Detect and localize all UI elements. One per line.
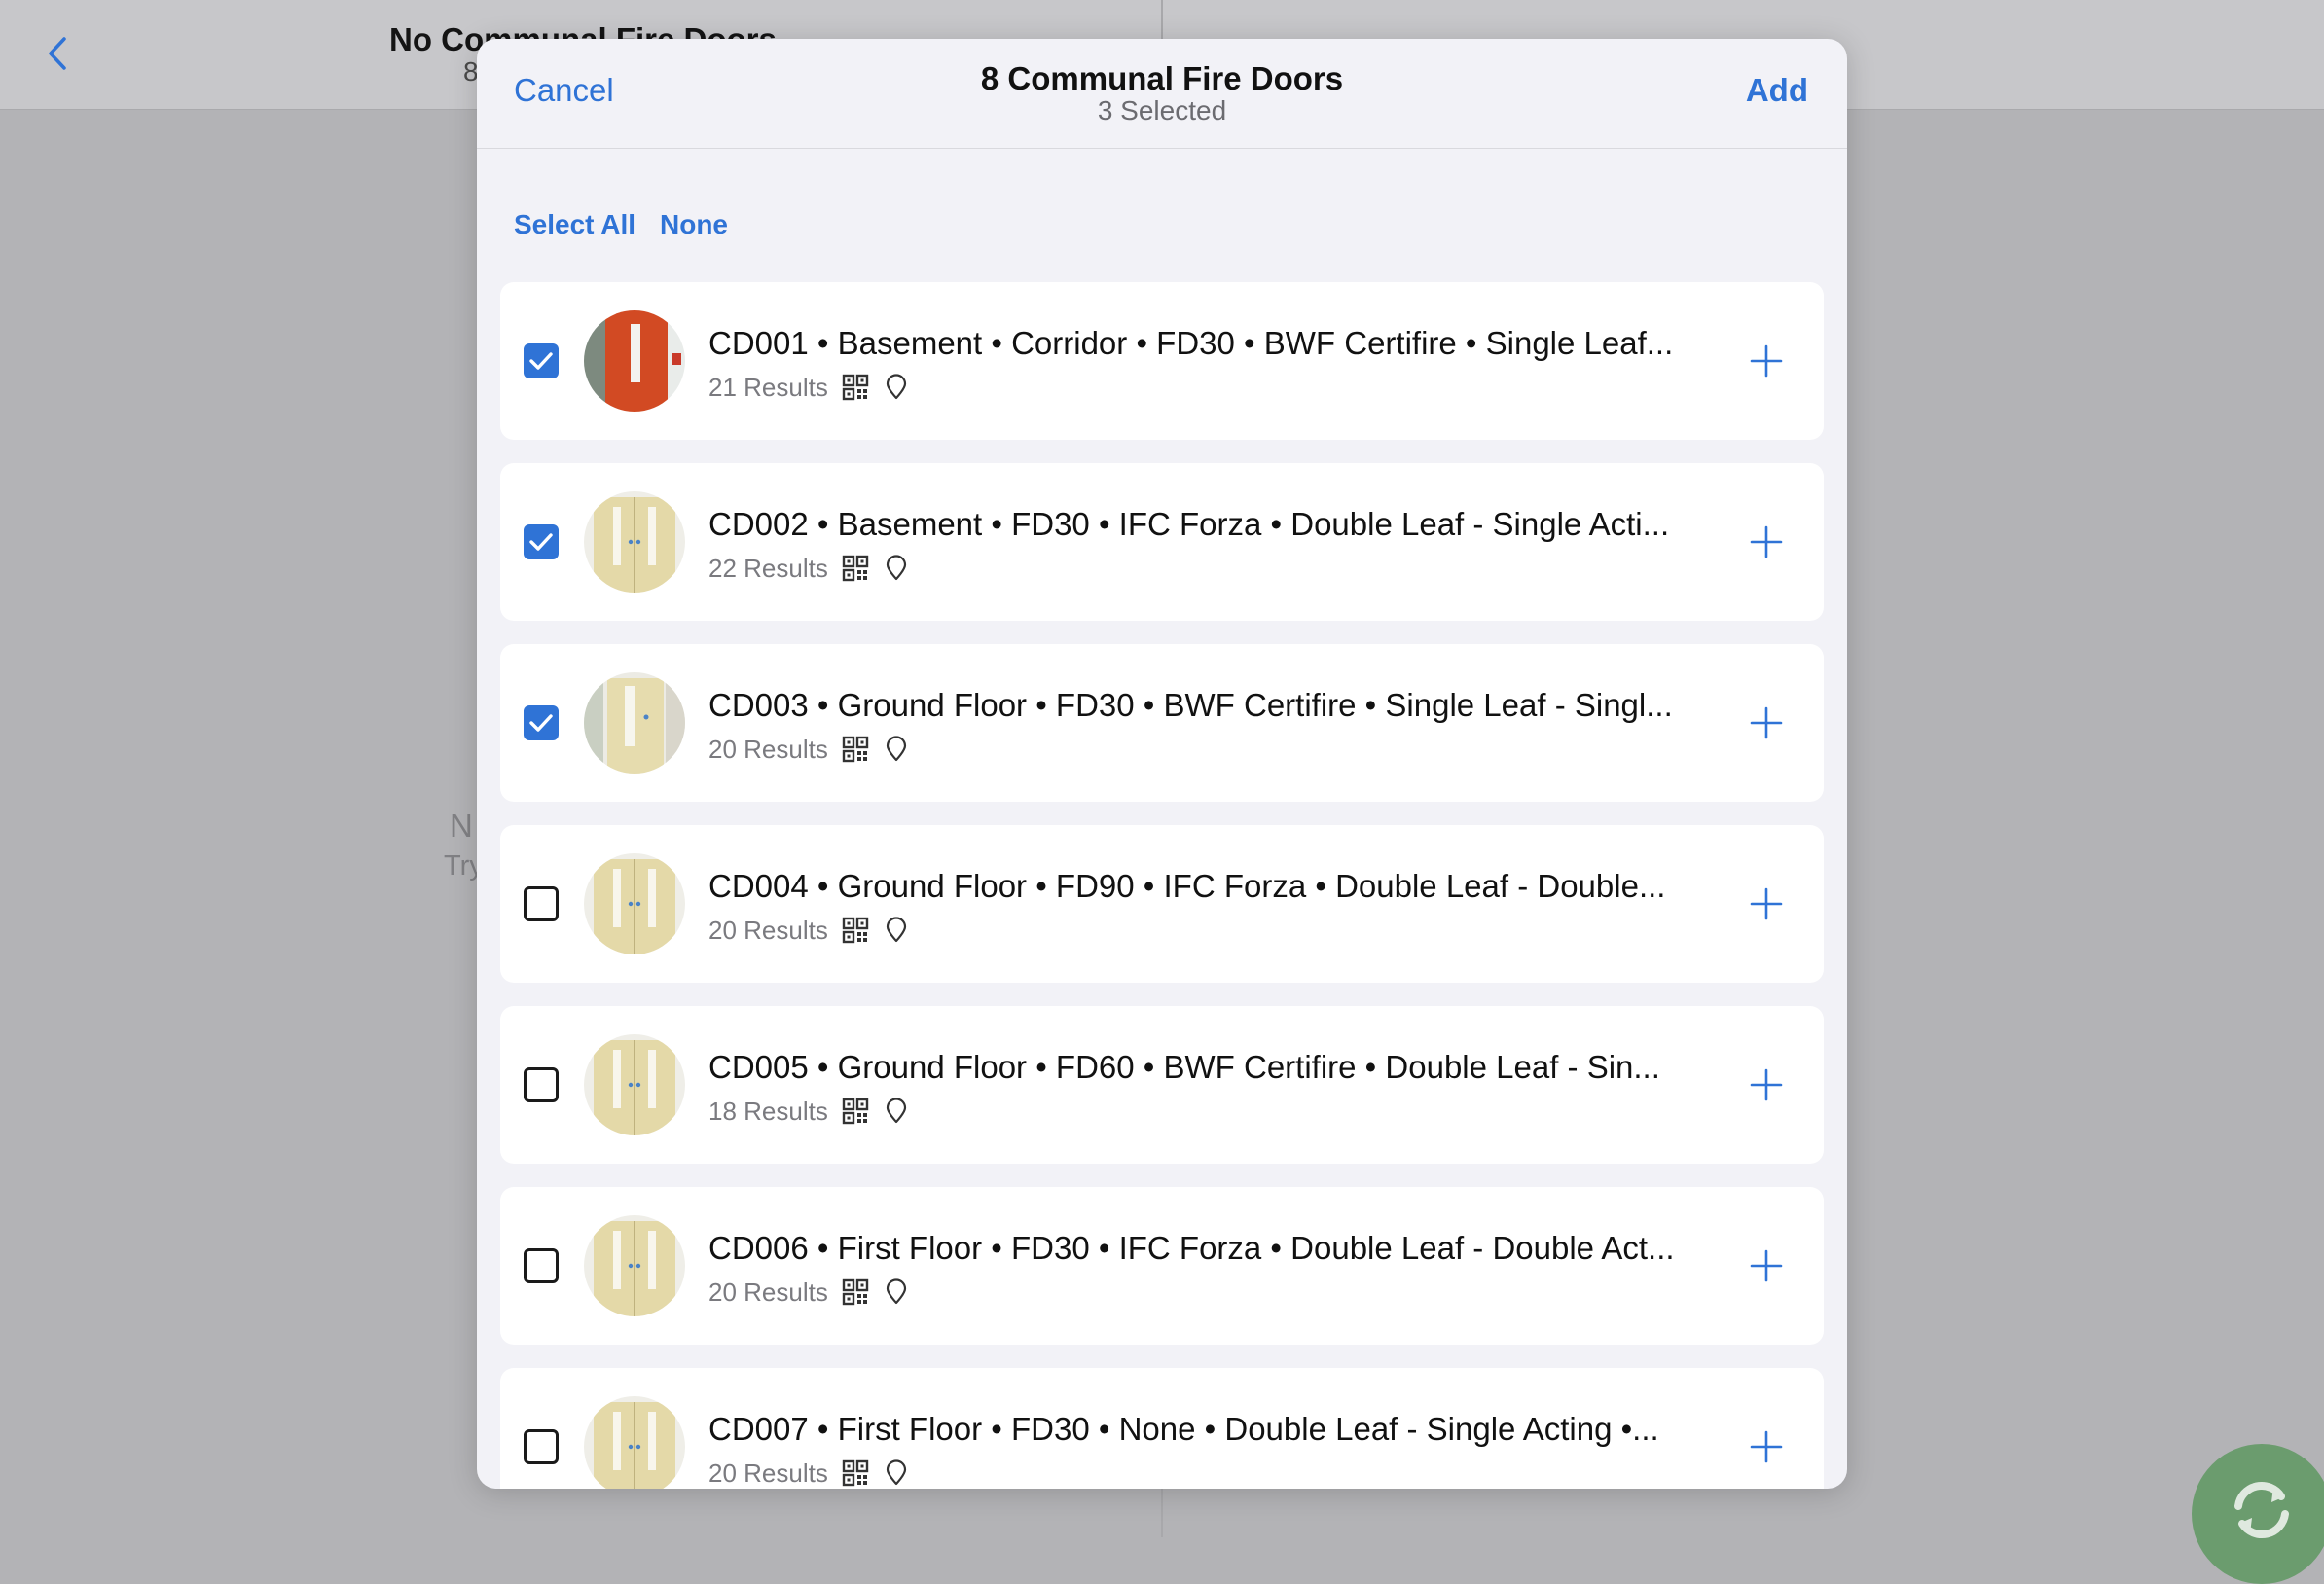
door-row[interactable]: CD007 • First Floor • FD30 • None • Doub… xyxy=(500,1368,1824,1489)
results-count: 20 Results xyxy=(708,915,828,945)
results-count: 20 Results xyxy=(708,1458,828,1488)
modal-title: 8 Communal Fire Doors xyxy=(980,60,1344,96)
door-thumbnail xyxy=(584,491,685,593)
door-meta: 18 Results xyxy=(708,1094,910,1129)
qr-code-icon xyxy=(842,555,869,582)
location-pin-icon xyxy=(883,1098,910,1125)
location-pin-icon xyxy=(883,1278,910,1306)
add-plus-icon[interactable] xyxy=(1748,523,1785,560)
door-row[interactable]: CD003 • Ground Floor • FD30 • BWF Certif… xyxy=(500,644,1824,802)
add-plus-icon[interactable] xyxy=(1748,1247,1785,1284)
location-pin-icon xyxy=(883,917,910,944)
door-title: CD002 • Basement • FD30 • IFC Forza • Do… xyxy=(708,506,1670,542)
results-count: 18 Results xyxy=(708,1096,828,1126)
checkbox-checked[interactable] xyxy=(524,524,559,559)
results-count: 20 Results xyxy=(708,734,828,764)
door-meta: 20 Results xyxy=(708,732,910,767)
select-all-button[interactable]: Select All xyxy=(514,209,635,240)
location-pin-icon xyxy=(883,1459,910,1487)
door-row[interactable]: CD001 • Basement • Corridor • FD30 • BWF… xyxy=(500,282,1824,440)
add-button[interactable]: Add xyxy=(1746,72,1808,109)
add-plus-icon[interactable] xyxy=(1748,342,1785,379)
door-thumbnail xyxy=(584,853,685,954)
door-row[interactable]: CD002 • Basement • FD30 • IFC Forza • Do… xyxy=(500,463,1824,621)
checkbox-unchecked[interactable] xyxy=(524,1248,559,1283)
door-meta: 21 Results xyxy=(708,370,910,405)
add-plus-icon[interactable] xyxy=(1748,1066,1785,1103)
checkbox-checked[interactable] xyxy=(524,705,559,740)
qr-code-icon xyxy=(842,736,869,763)
door-thumbnail xyxy=(584,672,685,774)
add-plus-icon[interactable] xyxy=(1748,1428,1785,1465)
select-doors-modal: Cancel 8 Communal Fire Doors 3 Selected … xyxy=(477,39,1847,1489)
add-plus-icon[interactable] xyxy=(1748,704,1785,741)
selection-count: 3 Selected xyxy=(1097,95,1227,126)
door-meta: 22 Results xyxy=(708,551,910,586)
checkbox-unchecked[interactable] xyxy=(524,1067,559,1102)
door-title: CD001 • Basement • Corridor • FD30 • BWF… xyxy=(708,325,1674,361)
door-title: CD006 • First Floor • FD30 • IFC Forza •… xyxy=(708,1230,1675,1266)
qr-code-icon xyxy=(842,1278,869,1306)
door-row[interactable]: CD006 • First Floor • FD30 • IFC Forza •… xyxy=(500,1187,1824,1345)
door-thumbnail xyxy=(584,1034,685,1135)
modal-header: Cancel 8 Communal Fire Doors 3 Selected … xyxy=(477,39,1847,149)
door-row[interactable]: CD004 • Ground Floor • FD90 • IFC Forza … xyxy=(500,825,1824,983)
qr-code-icon xyxy=(842,1098,869,1125)
qr-code-icon xyxy=(842,374,869,401)
door-title: CD007 • First Floor • FD30 • None • Doub… xyxy=(708,1411,1659,1447)
door-meta: 20 Results xyxy=(708,913,910,948)
door-meta: 20 Results xyxy=(708,1456,910,1489)
door-title: CD003 • Ground Floor • FD30 • BWF Certif… xyxy=(708,687,1673,723)
sync-icon xyxy=(2234,1481,2289,1539)
checkbox-unchecked[interactable] xyxy=(524,886,559,921)
checkbox-checked[interactable] xyxy=(524,343,559,378)
back-chevron-icon[interactable] xyxy=(39,29,78,78)
location-pin-icon xyxy=(883,736,910,763)
door-meta: 20 Results xyxy=(708,1275,910,1310)
qr-code-icon xyxy=(842,917,869,944)
door-title: CD004 • Ground Floor • FD90 • IFC Forza … xyxy=(708,868,1666,904)
add-plus-icon[interactable] xyxy=(1748,885,1785,922)
results-count: 20 Results xyxy=(708,1277,828,1307)
qr-code-icon xyxy=(842,1459,869,1487)
location-pin-icon xyxy=(883,374,910,401)
results-count: 21 Results xyxy=(708,372,828,402)
door-title: CD005 • Ground Floor • FD60 • BWF Certif… xyxy=(708,1049,1660,1085)
select-none-button[interactable]: None xyxy=(660,209,728,240)
door-thumbnail xyxy=(584,1215,685,1316)
door-thumbnail xyxy=(584,1396,685,1489)
sync-button[interactable] xyxy=(2192,1444,2324,1584)
location-pin-icon xyxy=(883,555,910,582)
door-thumbnail xyxy=(584,310,685,412)
checkbox-unchecked[interactable] xyxy=(524,1429,559,1464)
selection-toolbar: Select All None xyxy=(477,149,1847,297)
background-empty-title: N xyxy=(450,808,473,844)
results-count: 22 Results xyxy=(708,553,828,583)
door-row[interactable]: CD005 • Ground Floor • FD60 • BWF Certif… xyxy=(500,1006,1824,1164)
